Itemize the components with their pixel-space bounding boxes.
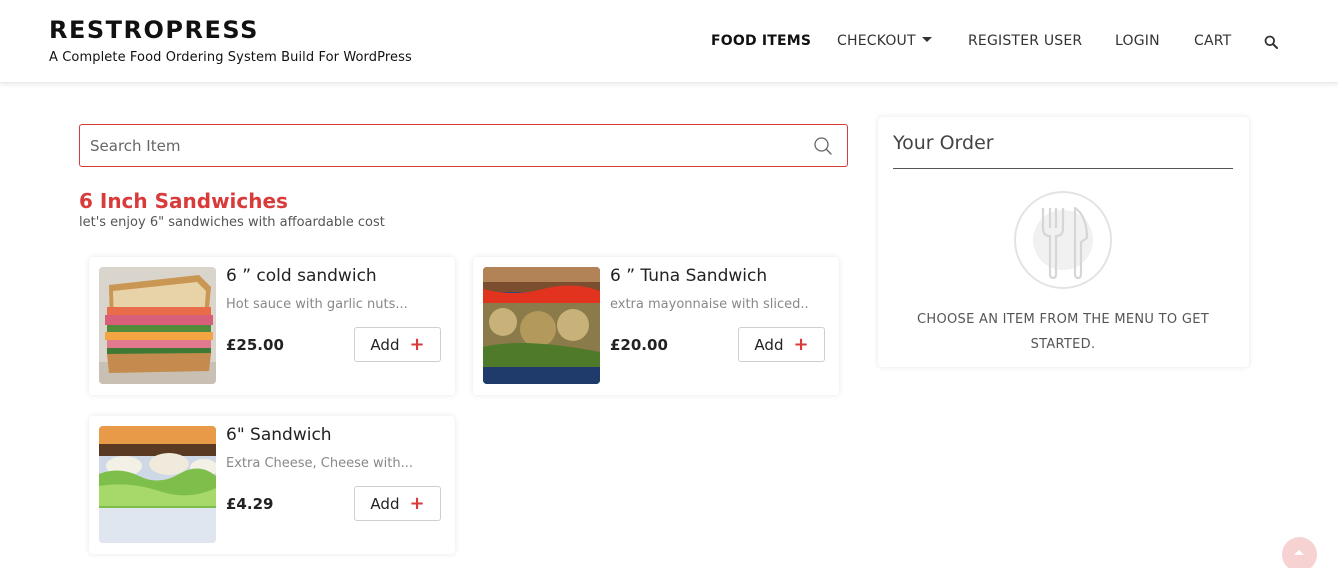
add-button-label: Add: [754, 335, 784, 354]
nav-item-cart[interactable]: CART: [1194, 33, 1231, 49]
site-header: RESTROPRESS A Complete Food Ordering Sys…: [0, 0, 1338, 83]
plus-icon: +: [409, 333, 425, 355]
search-icon[interactable]: [1264, 35, 1278, 49]
add-button-label: Add: [370, 494, 400, 513]
add-to-order-button[interactable]: Add +: [354, 327, 441, 362]
scroll-to-top-button[interactable]: [1282, 537, 1317, 568]
food-item-card[interactable]: 6 ” Tuna Sandwich extra mayonnaise with …: [473, 257, 839, 395]
food-item-image[interactable]: [99, 267, 216, 384]
search-box: [79, 124, 848, 167]
divider: [893, 168, 1233, 169]
add-to-order-button[interactable]: Add +: [354, 486, 441, 521]
food-item-name[interactable]: 6 ” cold sandwich: [226, 266, 377, 286]
main-nav: FOOD ITEMS CHECKOUT REGISTER USER LOGIN …: [0, 33, 1338, 51]
food-item-card[interactable]: 6 ” cold sandwich Hot sauce with garlic …: [89, 257, 455, 395]
food-item-description: Extra Cheese, Cheese with...: [226, 456, 413, 471]
order-panel: Your Order CHOOSE AN ITEM FROM THE MENU …: [878, 117, 1249, 367]
nav-item-checkout[interactable]: CHECKOUT: [837, 33, 932, 49]
chevron-up-icon: [1294, 550, 1304, 555]
food-item-price: £20.00: [610, 336, 668, 354]
caret-down-icon: [921, 37, 932, 42]
category-title: 6 Inch Sandwiches: [79, 189, 288, 213]
order-title: Your Order: [893, 132, 994, 154]
fork-knife-icon: [1014, 191, 1112, 289]
plus-icon: +: [409, 492, 425, 514]
add-button-label: Add: [370, 335, 400, 354]
nav-item-food-items[interactable]: FOOD ITEMS: [711, 33, 811, 49]
site-tagline: A Complete Food Ordering System Build Fo…: [49, 50, 412, 65]
food-item-price: £25.00: [226, 336, 284, 354]
category-description: let's enjoy 6" sandwiches with affoardab…: [79, 215, 385, 230]
food-item-price: £4.29: [226, 495, 274, 513]
empty-order-message: CHOOSE AN ITEM FROM THE MENU TO GET STAR…: [917, 312, 1209, 352]
nav-item-login[interactable]: LOGIN: [1115, 33, 1160, 49]
food-item-image[interactable]: [483, 267, 600, 384]
food-item-card[interactable]: 6" Sandwich Extra Cheese, Cheese with...…: [89, 416, 455, 554]
search-input[interactable]: [90, 125, 790, 166]
food-item-name[interactable]: 6 ” Tuna Sandwich: [610, 266, 767, 286]
food-item-image[interactable]: [99, 426, 216, 543]
plus-icon: +: [793, 333, 809, 355]
food-item-name[interactable]: 6" Sandwich: [226, 425, 332, 445]
add-to-order-button[interactable]: Add +: [738, 327, 825, 362]
food-item-description: Hot sauce with garlic nuts...: [226, 297, 408, 312]
nav-item-checkout-label: CHECKOUT: [837, 33, 916, 49]
search-icon[interactable]: [813, 136, 833, 156]
food-item-description: extra mayonnaise with sliced...: [610, 297, 810, 312]
nav-item-register-user[interactable]: REGISTER USER: [968, 33, 1082, 49]
